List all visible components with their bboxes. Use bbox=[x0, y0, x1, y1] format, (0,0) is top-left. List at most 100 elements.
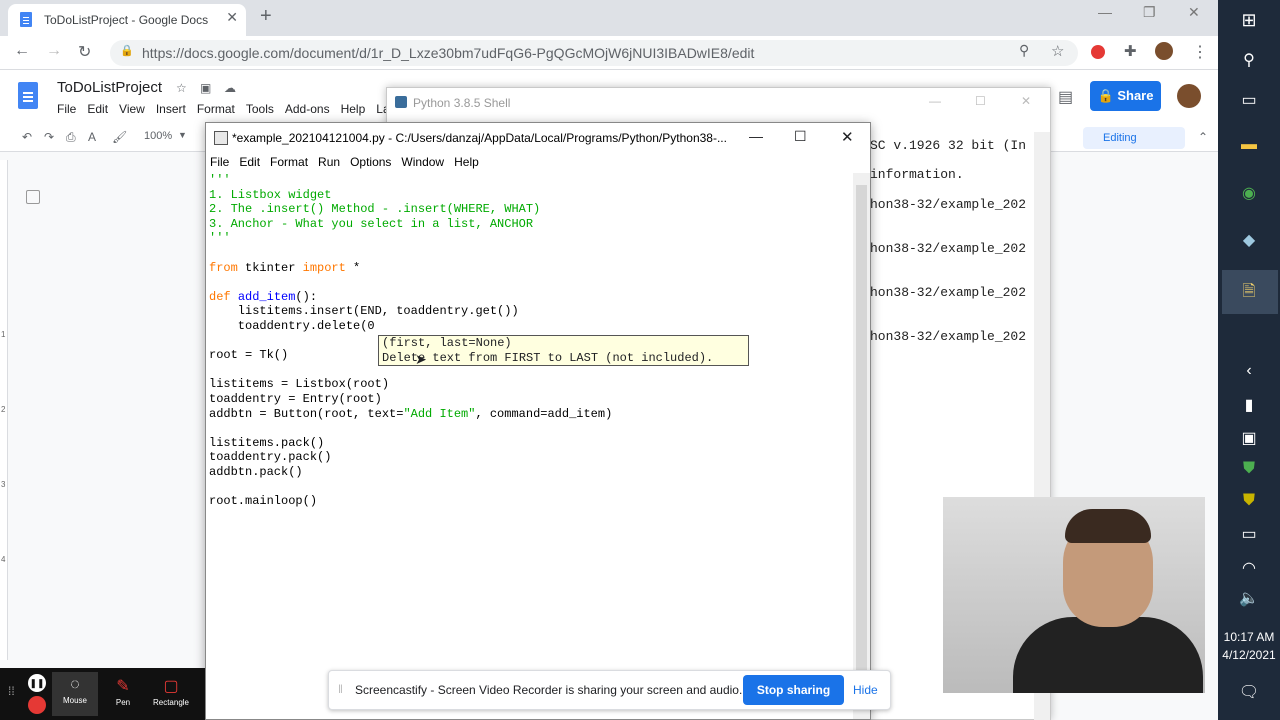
editor-menu-window[interactable]: Window bbox=[401, 155, 444, 169]
ruler-mark-3: 3 bbox=[1, 480, 6, 489]
file-explorer-icon[interactable]: ▬ bbox=[1237, 136, 1261, 154]
docs-favicon-icon bbox=[20, 12, 32, 27]
code-text: tkinter bbox=[237, 260, 303, 275]
shell-title: Python 3.8.5 Shell bbox=[413, 96, 511, 110]
pen-tool-button[interactable]: ✎ Pen bbox=[100, 672, 146, 716]
account-avatar[interactable] bbox=[1177, 84, 1201, 108]
back-icon[interactable]: ← bbox=[14, 42, 30, 60]
app-icon[interactable]: ◆ bbox=[1237, 230, 1261, 250]
editor-minimize-icon[interactable]: — bbox=[749, 128, 763, 144]
share-button[interactable]: 🔒 Share bbox=[1090, 81, 1161, 111]
editing-mode-dropdown[interactable]: Editing bbox=[1083, 127, 1185, 149]
editor-scrollbar[interactable] bbox=[853, 173, 870, 719]
webcam-overlay[interactable] bbox=[943, 497, 1205, 693]
shield-status-icon[interactable]: ⛊ bbox=[1237, 492, 1261, 510]
ruler-mark-2: 2 bbox=[1, 405, 6, 414]
document-outline-icon[interactable] bbox=[26, 190, 40, 204]
editor-title-bar[interactable]: *example_202104121004.py - C:/Users/danz… bbox=[206, 123, 870, 153]
hide-button[interactable]: Hide bbox=[853, 683, 878, 697]
security-shield-icon[interactable]: ⛊ bbox=[1237, 460, 1261, 478]
display-icon[interactable]: ▣ bbox=[1237, 428, 1261, 448]
new-tab-icon[interactable]: + bbox=[260, 5, 272, 28]
editor-menu-help[interactable]: Help bbox=[454, 155, 479, 169]
shell-close-icon[interactable]: ✕ bbox=[1021, 94, 1031, 108]
function-name: add_item bbox=[237, 289, 296, 304]
windows-start-icon[interactable]: ⊞ bbox=[1237, 10, 1261, 31]
sharing-drag-icon[interactable]: ‖ bbox=[338, 682, 343, 696]
idle-editor-window[interactable]: *example_202104121004.py - C:/Users/danz… bbox=[205, 122, 871, 720]
idle-python-icon[interactable]: 🗎 bbox=[1237, 280, 1261, 307]
spellcheck-icon[interactable]: A bbox=[88, 130, 96, 144]
restore-icon[interactable]: ❐ bbox=[1143, 4, 1156, 21]
zoom-select[interactable]: 100% bbox=[144, 130, 172, 142]
pause-icon[interactable]: ❚❚ bbox=[28, 674, 46, 692]
wifi-icon[interactable]: ◠ bbox=[1237, 558, 1261, 578]
editor-menu-bar: File Edit Format Run Options Window Help bbox=[210, 155, 479, 169]
undo-icon[interactable]: ↶ bbox=[22, 130, 32, 144]
menu-edit[interactable]: Edit bbox=[87, 102, 108, 116]
print-icon[interactable]: ⎙ bbox=[66, 130, 76, 145]
menu-file[interactable]: File bbox=[57, 102, 76, 116]
bookmark-star-icon[interactable]: ☆ bbox=[1051, 42, 1064, 60]
collapse-chevron-up-icon[interactable]: ⌃ bbox=[1198, 130, 1208, 144]
chrome-icon[interactable]: ◉ bbox=[1237, 183, 1261, 203]
shell-line: hon38-32/example_202 bbox=[870, 285, 1027, 300]
close-window-icon[interactable]: ✕ bbox=[1188, 4, 1200, 21]
editor-menu-options[interactable]: Options bbox=[350, 155, 391, 169]
code-line: toaddentry.pack() bbox=[209, 450, 332, 465]
usb-icon[interactable]: ▮ bbox=[1237, 395, 1261, 415]
editor-close-icon[interactable]: ✕ bbox=[841, 128, 854, 146]
profile-avatar[interactable] bbox=[1155, 42, 1173, 60]
url-text[interactable]: https://docs.google.com/document/d/1r_D_… bbox=[142, 45, 754, 61]
task-view-icon[interactable]: ▭ bbox=[1237, 90, 1261, 110]
menu-tools[interactable]: Tools bbox=[246, 102, 274, 116]
mouse-tool-button[interactable]: ◌ Mouse bbox=[52, 672, 98, 716]
forward-icon[interactable]: → bbox=[46, 42, 62, 60]
editor-menu-edit[interactable]: Edit bbox=[239, 155, 260, 169]
menu-help[interactable]: Help bbox=[341, 102, 366, 116]
redo-icon[interactable]: ↷ bbox=[44, 130, 54, 144]
code-text: (): bbox=[295, 289, 318, 304]
stop-record-icon[interactable] bbox=[28, 696, 46, 714]
calltip-signature: (first, last=None) bbox=[382, 336, 512, 350]
menu-addons[interactable]: Add-ons bbox=[285, 102, 330, 116]
menu-view[interactable]: View bbox=[119, 102, 145, 116]
extensions-puzzle-icon[interactable]: ✚ bbox=[1124, 42, 1137, 60]
docs-logo-icon[interactable] bbox=[18, 82, 38, 109]
screencastify-extension-icon[interactable] bbox=[1091, 45, 1105, 59]
scrollbar-thumb[interactable] bbox=[856, 185, 867, 705]
menu-insert[interactable]: Insert bbox=[156, 102, 186, 116]
rectangle-tool-button[interactable]: ▢ Rectangle bbox=[148, 672, 194, 716]
minimize-icon[interactable]: — bbox=[1098, 4, 1112, 20]
editor-menu-format[interactable]: Format bbox=[270, 155, 308, 169]
notification-icon[interactable]: 🗨 bbox=[1237, 682, 1261, 702]
editor-maximize-icon[interactable]: ☐ bbox=[794, 128, 807, 145]
editor-menu-file[interactable]: File bbox=[210, 155, 229, 169]
drag-handle-icon[interactable]: ⁞⁞ bbox=[8, 684, 15, 698]
move-folder-icon[interactable]: ▣ bbox=[200, 81, 211, 95]
paint-format-icon[interactable]: 🖌 bbox=[112, 130, 127, 144]
browser-tab[interactable]: ToDoListProject - Google Docs ✕ bbox=[8, 4, 246, 36]
document-title[interactable]: ToDoListProject bbox=[57, 79, 162, 96]
zoom-chevron-down-icon[interactable]: ▼ bbox=[178, 130, 187, 140]
volume-icon[interactable]: 🔈 bbox=[1237, 588, 1261, 608]
chrome-menu-icon[interactable]: ⋮ bbox=[1192, 42, 1208, 62]
battery-icon[interactable]: ▭ bbox=[1237, 524, 1261, 544]
show-hidden-chevron-icon[interactable]: ‹ bbox=[1237, 362, 1261, 380]
star-icon[interactable]: ☆ bbox=[176, 81, 187, 95]
python-icon bbox=[395, 96, 407, 108]
reload-icon[interactable]: ↻ bbox=[78, 42, 91, 62]
code-text: , command=add_item) bbox=[475, 406, 613, 421]
shell-minimize-icon[interactable]: — bbox=[929, 94, 941, 108]
stop-sharing-button[interactable]: Stop sharing bbox=[743, 675, 844, 705]
tab-close-icon[interactable]: ✕ bbox=[226, 9, 238, 26]
editor-menu-run[interactable]: Run bbox=[318, 155, 340, 169]
comments-icon[interactable]: ▤ bbox=[1058, 87, 1073, 107]
shell-title-bar[interactable]: Python 3.8.5 Shell — ☐ ✕ bbox=[387, 88, 1050, 118]
taskbar-clock[interactable]: 10:17 AM 4/12/2021 bbox=[1218, 628, 1280, 664]
menu-format[interactable]: Format bbox=[197, 102, 235, 116]
lock-icon[interactable]: 🔒 bbox=[120, 44, 134, 57]
zoom-search-icon[interactable]: ⚲ bbox=[1019, 42, 1029, 59]
search-icon[interactable]: ⚲ bbox=[1237, 50, 1261, 70]
shell-maximize-icon[interactable]: ☐ bbox=[975, 94, 986, 108]
